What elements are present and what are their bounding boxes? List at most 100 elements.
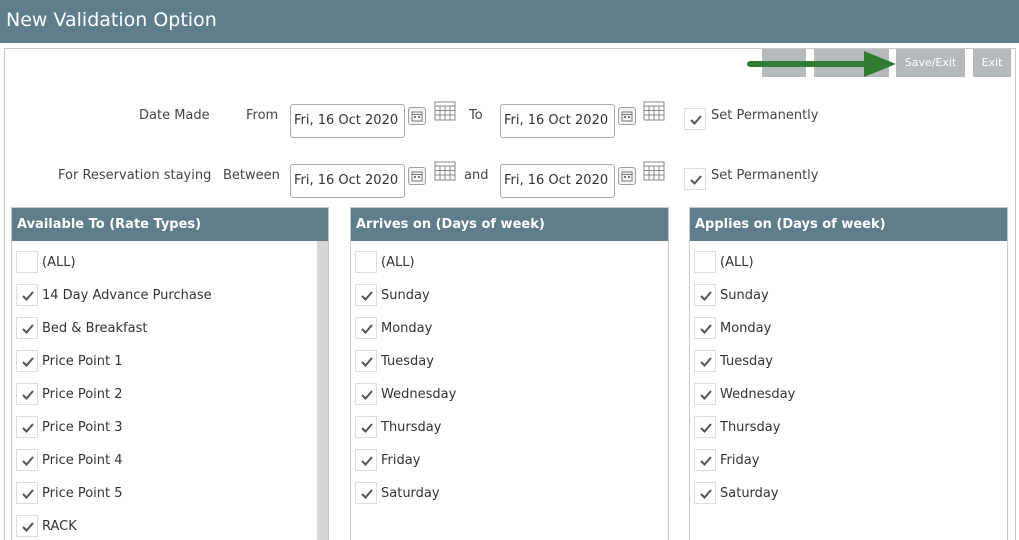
date-made-to-input[interactable]: Fri, 16 Oct 2020 bbox=[500, 104, 615, 138]
list-item-label: 14 Day Advance Purchase bbox=[42, 288, 212, 303]
checkmark-icon bbox=[690, 175, 702, 185]
staying-to-input[interactable]: Fri, 16 Oct 2020 bbox=[500, 164, 615, 198]
checkmark-icon bbox=[361, 489, 373, 499]
list-item-label: Sunday bbox=[720, 288, 769, 303]
checkbox[interactable] bbox=[355, 251, 377, 273]
staying-to-picker-icon[interactable] bbox=[618, 167, 636, 185]
list-item-label: Bed & Breakfast bbox=[42, 321, 148, 336]
checkmark-icon bbox=[22, 357, 34, 367]
checkmark-icon bbox=[361, 456, 373, 466]
list-item-label: Price Point 3 bbox=[42, 420, 123, 435]
checkmark-icon bbox=[361, 324, 373, 334]
checkmark-icon bbox=[700, 423, 712, 433]
list-item-label: Price Point 4 bbox=[42, 453, 123, 468]
checkbox[interactable] bbox=[16, 251, 38, 273]
checkmark-icon bbox=[700, 291, 712, 301]
list-item-label: Friday bbox=[381, 453, 421, 468]
list-item-label: Thursday bbox=[381, 420, 442, 435]
list-item-label: Price Point 2 bbox=[42, 387, 123, 402]
rate-types-scrollbar[interactable] bbox=[317, 241, 328, 540]
staying-from-calendar-icon[interactable] bbox=[434, 161, 456, 181]
date-made-set-permanently-checkbox[interactable] bbox=[684, 108, 706, 130]
rate-types-header: Available To (Rate Types) bbox=[12, 208, 328, 241]
to-label: To bbox=[469, 108, 483, 123]
list-item-label: (ALL) bbox=[720, 255, 754, 270]
date-made-set-permanently-label: Set Permanently bbox=[711, 108, 819, 123]
checkbox[interactable] bbox=[16, 317, 38, 339]
checkbox[interactable] bbox=[16, 350, 38, 372]
checkbox[interactable] bbox=[694, 284, 716, 306]
checkbox[interactable] bbox=[16, 284, 38, 306]
checkbox[interactable] bbox=[694, 350, 716, 372]
reservation-staying-label: For Reservation staying bbox=[58, 168, 212, 183]
checkmark-icon bbox=[361, 423, 373, 433]
checkmark-icon bbox=[361, 291, 373, 301]
checkbox[interactable] bbox=[694, 251, 716, 273]
checkbox[interactable] bbox=[694, 383, 716, 405]
date-made-from-calendar-icon[interactable] bbox=[434, 101, 456, 121]
list-item-label: Tuesday bbox=[720, 354, 773, 369]
date-made-from-picker-icon[interactable] bbox=[408, 107, 426, 125]
checkbox[interactable] bbox=[355, 416, 377, 438]
date-made-to-picker-icon[interactable] bbox=[618, 107, 636, 125]
checkbox[interactable] bbox=[355, 383, 377, 405]
list-item-label: Sunday bbox=[381, 288, 430, 303]
staying-from-input[interactable]: Fri, 16 Oct 2020 bbox=[290, 164, 405, 198]
checkmark-icon bbox=[700, 390, 712, 400]
checkmark-icon bbox=[690, 115, 702, 125]
rate-types-list: Available To (Rate Types) (ALL) 14 Day A… bbox=[11, 207, 329, 540]
staying-set-permanently-checkbox[interactable] bbox=[684, 168, 706, 190]
checkbox[interactable] bbox=[694, 416, 716, 438]
checkmark-icon bbox=[22, 456, 34, 466]
list-item-label: Thursday bbox=[720, 420, 781, 435]
list-item-label: Saturday bbox=[381, 486, 440, 501]
date-made-to-calendar-icon[interactable] bbox=[643, 101, 665, 121]
checkbox[interactable] bbox=[355, 284, 377, 306]
between-label: Between bbox=[223, 168, 280, 183]
list-item-label: Friday bbox=[720, 453, 760, 468]
date-made-from-input[interactable]: Fri, 16 Oct 2020 bbox=[290, 104, 405, 138]
list-item-label: Monday bbox=[720, 321, 772, 336]
arrives-on-header: Arrives on (Days of week) bbox=[351, 208, 668, 241]
and-label: and bbox=[464, 168, 489, 183]
checkmark-icon bbox=[22, 324, 34, 334]
checkbox[interactable] bbox=[16, 449, 38, 471]
staying-from-picker-icon[interactable] bbox=[408, 167, 426, 185]
checkbox[interactable] bbox=[16, 515, 38, 537]
checkbox[interactable] bbox=[355, 449, 377, 471]
checkbox[interactable] bbox=[694, 449, 716, 471]
checkmark-icon bbox=[700, 489, 712, 499]
checkbox[interactable] bbox=[694, 482, 716, 504]
save-exit-button[interactable]: Save/Exit bbox=[896, 49, 965, 77]
list-item-label: RACK bbox=[42, 519, 77, 534]
checkmark-icon bbox=[700, 456, 712, 466]
staying-set-permanently-label: Set Permanently bbox=[711, 168, 819, 183]
checkmark-icon bbox=[22, 423, 34, 433]
pointer-arrow-icon bbox=[747, 51, 896, 77]
checkbox[interactable] bbox=[355, 482, 377, 504]
checkmark-icon bbox=[22, 291, 34, 301]
checkmark-icon bbox=[22, 489, 34, 499]
checkmark-icon bbox=[22, 522, 34, 532]
arrives-on-list: Arrives on (Days of week) (ALL) Sunday M… bbox=[350, 207, 669, 540]
staying-to-calendar-icon[interactable] bbox=[643, 161, 665, 181]
exit-button[interactable]: Exit bbox=[973, 49, 1011, 77]
checkmark-icon bbox=[700, 324, 712, 334]
checkbox[interactable] bbox=[16, 482, 38, 504]
checkmark-icon bbox=[22, 390, 34, 400]
list-item-label: Wednesday bbox=[381, 387, 457, 402]
list-item-label: Tuesday bbox=[381, 354, 434, 369]
checkmark-icon bbox=[361, 390, 373, 400]
page-title: New Validation Option bbox=[6, 9, 217, 31]
list-item-label: (ALL) bbox=[381, 255, 415, 270]
checkbox[interactable] bbox=[16, 416, 38, 438]
checkbox[interactable] bbox=[16, 383, 38, 405]
checkbox[interactable] bbox=[694, 317, 716, 339]
title-bar: New Validation Option bbox=[0, 0, 1019, 43]
list-item-label: (ALL) bbox=[42, 255, 76, 270]
list-item-label: Price Point 1 bbox=[42, 354, 123, 369]
checkbox[interactable] bbox=[355, 317, 377, 339]
checkbox[interactable] bbox=[355, 350, 377, 372]
date-made-label: Date Made bbox=[139, 108, 210, 123]
list-item-label: Wednesday bbox=[720, 387, 796, 402]
